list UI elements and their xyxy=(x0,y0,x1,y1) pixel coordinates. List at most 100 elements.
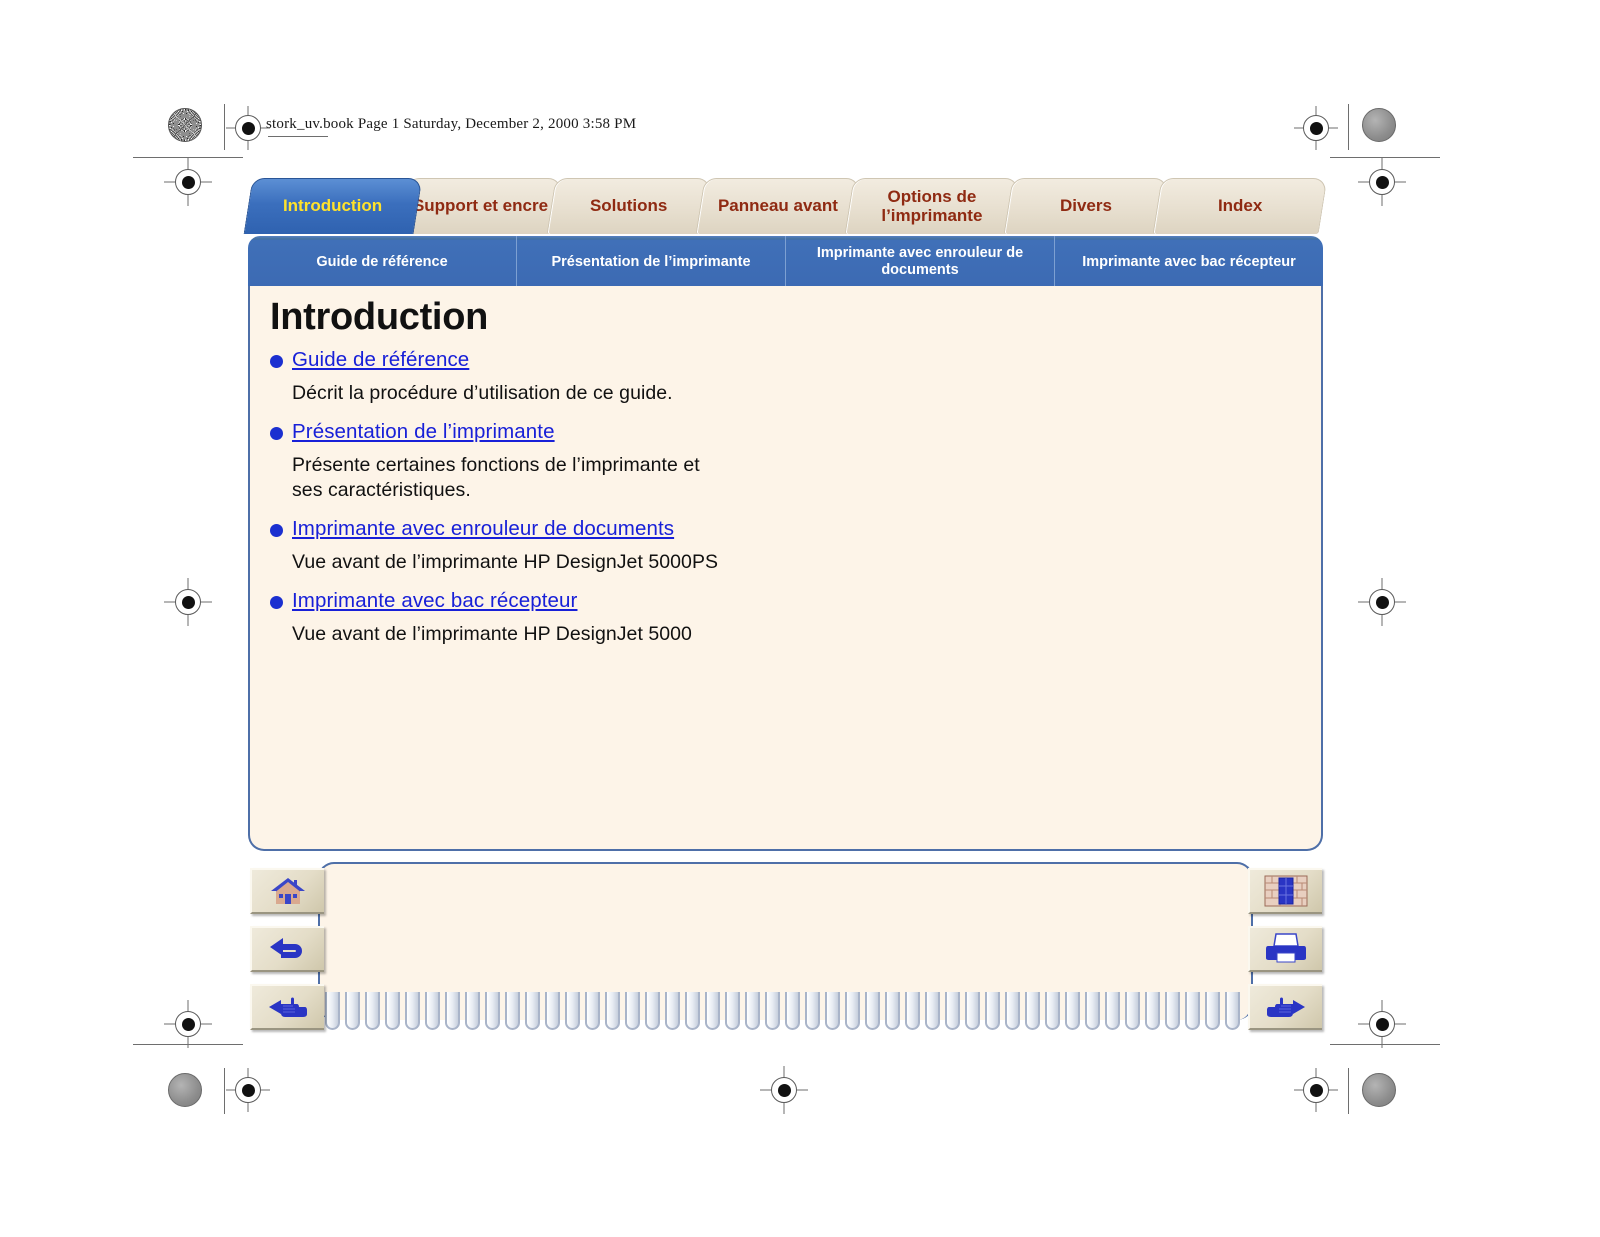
spiral-coil xyxy=(725,992,740,1030)
tab-index-label: Index xyxy=(1217,196,1263,216)
toc-entry-imprimante-avec-enrouleur: Imprimante avec enrouleur de documents V… xyxy=(270,517,1301,575)
subnav-label-0: Guide de référence xyxy=(316,253,448,270)
spiral-coil xyxy=(425,992,440,1030)
spiral-coil xyxy=(745,992,760,1030)
spiral-coil xyxy=(1145,992,1160,1030)
spiral-coil xyxy=(1065,992,1080,1030)
sub-navigation-bar: Guide de référence Présentation de l’imp… xyxy=(248,236,1323,288)
home-button[interactable] xyxy=(250,868,324,914)
spiral-coil xyxy=(845,992,860,1030)
toc-desc-imprimante-avec-enrouleur: Vue avant de l’imprimante HP DesignJet 5… xyxy=(292,550,719,573)
registration-mark-right-upper xyxy=(1358,158,1406,206)
registration-starburst-top-right xyxy=(1362,108,1396,142)
registration-mark-bottom-left-small xyxy=(226,1068,270,1112)
tab-panneau-avant[interactable]: Panneau avant xyxy=(695,178,861,234)
subnav-item-guide-de-reference[interactable]: Guide de référence xyxy=(248,236,517,288)
toc-link-presentation-de-l-imprimante[interactable]: Présentation de l’imprimante xyxy=(292,420,555,444)
tab-support-et-encre[interactable]: Support et encre xyxy=(398,178,563,234)
tab-divers[interactable]: Divers xyxy=(1003,178,1169,234)
crop-rule-lower-right-horizontal xyxy=(1330,1044,1440,1045)
tab-index[interactable]: Index xyxy=(1152,178,1328,234)
crop-rule-lower-left-horizontal xyxy=(133,1044,243,1045)
back-arrow-icon xyxy=(270,938,302,958)
previous-page-button[interactable] xyxy=(250,984,324,1030)
registration-mark-right-middle xyxy=(1358,578,1406,626)
spiral-coil xyxy=(985,992,1000,1030)
spiral-coil xyxy=(665,992,680,1030)
spiral-coil xyxy=(885,992,900,1030)
toc-entry-guide-de-reference: Guide de référence Décrit la procédure d… xyxy=(270,348,1301,406)
spiral-coil xyxy=(385,992,400,1030)
spiral-coil xyxy=(1125,992,1140,1030)
spiral-coil xyxy=(1205,992,1220,1030)
crop-rule-top-left-horizontal xyxy=(268,136,328,137)
spiral-coil xyxy=(905,992,920,1030)
next-page-button[interactable] xyxy=(1248,984,1322,1030)
tab-options-label: Options de l’imprimante xyxy=(881,186,983,225)
toc-link-imprimante-avec-bac-recepteur[interactable]: Imprimante avec bac récepteur xyxy=(292,589,577,613)
spiral-coil xyxy=(1045,992,1060,1030)
hand-pointing-right-icon xyxy=(1267,997,1305,1017)
bullet-icon xyxy=(270,595,283,609)
spiral-coil xyxy=(445,992,460,1030)
subnav-label-1: Présentation de l’imprimante xyxy=(551,253,751,270)
spiral-coil xyxy=(365,992,380,1030)
tab-solutions-label: Solutions xyxy=(590,196,668,216)
spiral-coil xyxy=(1005,992,1020,1030)
tab-solutions[interactable]: Solutions xyxy=(546,178,712,234)
spiral-coil xyxy=(705,992,720,1030)
tab-support-et-encre-label: Support et encre xyxy=(412,196,548,216)
back-button[interactable] xyxy=(250,926,324,972)
registration-mark-top-right-small xyxy=(1294,106,1338,150)
spiral-coil xyxy=(1025,992,1040,1030)
tab-introduction[interactable]: Introduction xyxy=(243,178,423,234)
bullet-icon xyxy=(270,355,283,368)
book-file-header-line: stork_uv.book Page 1 Saturday, December … xyxy=(266,116,637,132)
hand-pointing-left-icon xyxy=(269,997,307,1017)
registration-starburst-bottom-right xyxy=(1362,1073,1396,1107)
spiral-coil xyxy=(925,992,940,1030)
toc-entry-imprimante-avec-bac-recepteur: Imprimante avec bac récepteur Vue avant … xyxy=(270,589,1301,647)
spiral-coil xyxy=(525,992,540,1030)
tab-options-de-l-imprimante[interactable]: Options de l’imprimante xyxy=(844,178,1020,234)
spiral-coil xyxy=(1185,992,1200,1030)
registration-starburst-top-left xyxy=(168,108,202,142)
spiral-coil xyxy=(325,992,340,1030)
spiral-coil xyxy=(545,992,560,1030)
toc-link-guide-de-reference[interactable]: Guide de référence xyxy=(292,348,469,372)
spiral-coil xyxy=(405,992,420,1030)
spiral-coil xyxy=(1165,992,1180,1030)
registration-mark-right-lower xyxy=(1358,1000,1406,1048)
spiral-coil xyxy=(465,992,480,1030)
bullet-icon xyxy=(270,523,283,537)
spiral-coil xyxy=(865,992,880,1030)
toc-desc-presentation-de-l-imprimante: Présente certaines fonctions de l’imprim… xyxy=(292,453,700,501)
toc-link-imprimante-avec-enrouleur[interactable]: Imprimante avec enrouleur de documents xyxy=(292,517,674,541)
subnav-item-presentation-de-l-imprimante[interactable]: Présentation de l’imprimante xyxy=(517,236,786,288)
subnav-item-imprimante-avec-bac-recepteur[interactable]: Imprimante avec bac récepteur xyxy=(1055,236,1323,288)
spiral-coil xyxy=(1085,992,1100,1030)
tab-panneau-avant-label: Panneau avant xyxy=(717,196,838,216)
subnav-label-3: Imprimante avec bac récepteur xyxy=(1082,253,1296,270)
spiral-coil xyxy=(965,992,980,1030)
toc-desc-guide-de-reference: Décrit la procédure d’utilisation de ce … xyxy=(292,382,673,404)
toc-entry-presentation-de-l-imprimante: Présentation de l’imprimante Présente ce… xyxy=(270,420,1301,503)
spiral-coil xyxy=(645,992,660,1030)
spiral-coil xyxy=(765,992,780,1030)
subnav-item-imprimante-avec-enrouleur[interactable]: Imprimante avec enrouleur de documents xyxy=(786,236,1055,288)
bullet-icon xyxy=(270,426,283,440)
registration-mark-left-lower xyxy=(164,1000,212,1048)
spiral-coil xyxy=(785,992,800,1030)
spiral-coil xyxy=(1225,992,1240,1030)
spiral-coil xyxy=(565,992,580,1030)
spiral-coil xyxy=(805,992,820,1030)
spiral-coil xyxy=(505,992,520,1030)
tab-introduction-label: Introduction xyxy=(283,196,383,216)
table-of-contents: Guide de référence Décrit la procédure d… xyxy=(270,348,1301,661)
crop-rule-upper-right-horizontal xyxy=(1330,157,1440,158)
crop-rule-top-left-vertical xyxy=(224,104,225,150)
print-button[interactable] xyxy=(1248,926,1322,972)
index-button[interactable] xyxy=(1248,868,1322,914)
toc-desc-imprimante-avec-bac-recepteur: Vue avant de l’imprimante HP DesignJet 5… xyxy=(292,622,692,645)
spiral-coil xyxy=(1105,992,1120,1030)
